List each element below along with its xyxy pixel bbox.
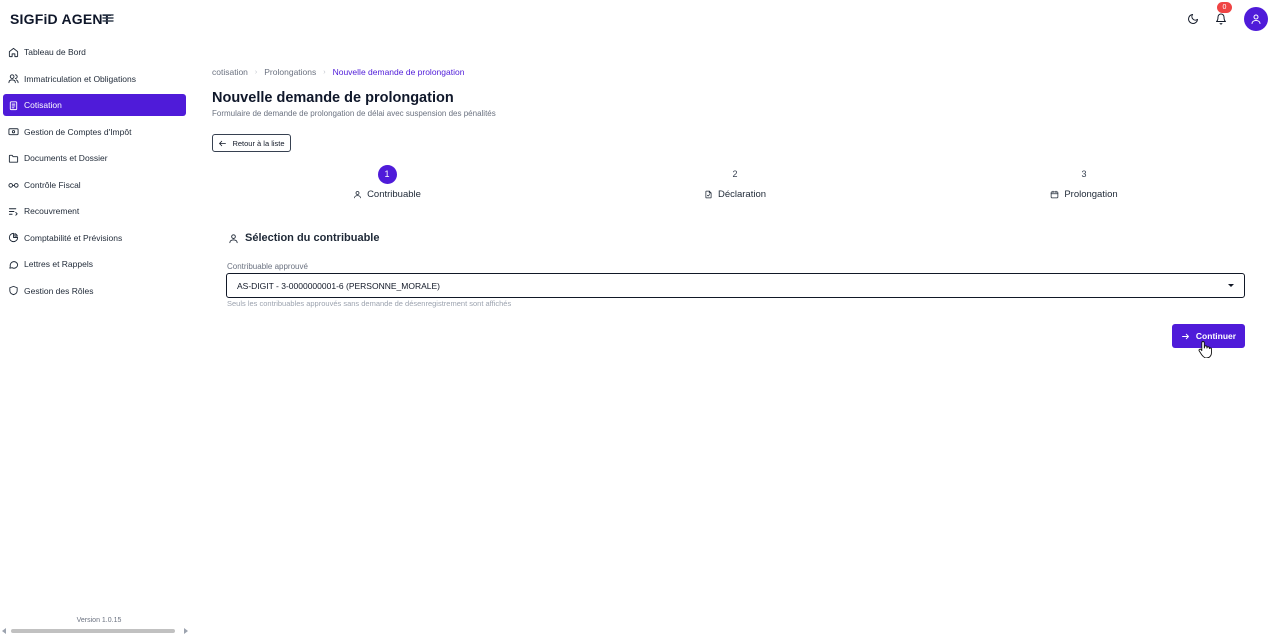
bell-icon bbox=[1216, 13, 1226, 25]
file-icon bbox=[704, 190, 713, 199]
topbar-actions: 0 bbox=[1184, 2, 1268, 32]
top-bar: SIGFiD AGENT 0 bbox=[0, 0, 1280, 38]
card-icon bbox=[8, 126, 19, 137]
back-to-list-button[interactable]: Retour à la liste bbox=[212, 134, 291, 152]
sidebar-nav: Tableau de Bord Immatriculation et Oblig… bbox=[0, 41, 190, 302]
sidebar-item-label: Immatriculation et Obligations bbox=[24, 73, 136, 84]
step-number: 3 bbox=[1081, 169, 1087, 179]
glasses-icon bbox=[8, 179, 19, 190]
section-title: Sélection du contribuable bbox=[228, 232, 379, 244]
step-label: Contribuable bbox=[367, 189, 421, 200]
step-label: Déclaration bbox=[717, 189, 767, 200]
continue-button[interactable]: Continuer bbox=[1172, 324, 1245, 348]
sidebar-item-label: Lettres et Rappels bbox=[24, 259, 93, 269]
avatar[interactable] bbox=[1244, 7, 1268, 31]
continue-button-label: Continuer bbox=[1195, 331, 1237, 341]
sidebar-item-gestion-roles[interactable]: Gestion des Rôles bbox=[3, 280, 186, 302]
sidebar-item-label: Tableau de Bord bbox=[24, 47, 86, 57]
page-subtitle: Formulaire de demande de prolongation de… bbox=[212, 109, 496, 118]
version-label: Version 1.0.15 bbox=[76, 617, 122, 624]
message-icon bbox=[8, 259, 19, 270]
sidebar-item-documents[interactable]: Documents et Dossier bbox=[3, 147, 186, 169]
contribuable-select-value: AS-DIGIT - 3-0000000001-6 (PERSONNE_MORA… bbox=[237, 280, 440, 291]
list-icon bbox=[8, 206, 19, 217]
notifications-button[interactable]: 0 bbox=[1212, 2, 1232, 28]
user-icon bbox=[228, 233, 239, 244]
caret-down-icon[interactable] bbox=[1228, 284, 1234, 287]
sidebar-item-label: Comptabilité et Prévisions bbox=[24, 232, 123, 243]
pie-chart-icon bbox=[8, 232, 19, 243]
breadcrumb-cotisation[interactable]: cotisation bbox=[212, 67, 248, 77]
sidebar-item-gestion-comptes[interactable]: Gestion de Comptes d'Impôt bbox=[3, 121, 186, 143]
sidebar-item-recouvrement[interactable]: Recouvrement bbox=[3, 200, 186, 222]
scroll-thumb[interactable] bbox=[11, 629, 175, 633]
sidebar-item-comptabilite[interactable]: Comptabilité et Prévisions bbox=[3, 227, 186, 249]
contribuable-select[interactable]: AS-DIGIT - 3-0000000001-6 (PERSONNE_MORA… bbox=[226, 273, 1245, 298]
clipboard-icon bbox=[8, 100, 19, 111]
brand-logo[interactable]: SIGFiD AGENT bbox=[10, 11, 111, 27]
chevron-right-icon: › bbox=[254, 68, 258, 76]
notification-badge: 0 bbox=[1217, 2, 1232, 13]
contribuable-helper-text: Seuls les contribuables approuvés sans d… bbox=[227, 299, 512, 308]
sidebar-item-cotisation[interactable]: Cotisation bbox=[3, 94, 186, 116]
sidebar-item-controle-fiscal[interactable]: Contrôle Fiscal bbox=[3, 174, 186, 196]
sidebar-item-tableau-de-bord[interactable]: Tableau de Bord bbox=[3, 41, 186, 63]
breadcrumb-current: Nouvelle demande de prolongation bbox=[332, 67, 465, 77]
chevron-right-icon: › bbox=[323, 68, 326, 76]
section-title-text: Sélection du contribuable bbox=[245, 232, 380, 244]
moon-icon[interactable] bbox=[1184, 10, 1202, 28]
calendar-icon bbox=[1050, 190, 1059, 199]
sidebar-item-immatriculation[interactable]: Immatriculation et Obligations bbox=[3, 68, 186, 90]
scroll-right-icon[interactable] bbox=[184, 628, 188, 634]
sidebar: Tableau de Bord Immatriculation et Oblig… bbox=[0, 41, 190, 636]
sidebar-item-label: Gestion de Comptes d'Impôt bbox=[24, 126, 132, 137]
sidebar-item-label: Recouvrement bbox=[24, 206, 80, 216]
arrow-left-icon bbox=[218, 139, 227, 148]
sidebar-item-label: Cotisation bbox=[24, 100, 62, 110]
breadcrumb-prolongations[interactable]: Prolongations bbox=[264, 67, 316, 77]
folder-icon bbox=[8, 153, 19, 164]
sidebar-item-label: Gestion des Rôles bbox=[24, 285, 94, 296]
step-contribuable[interactable]: 1 Contribuable bbox=[317, 165, 457, 200]
sidebar-item-label: Contrôle Fiscal bbox=[24, 179, 81, 190]
step-number: 2 bbox=[732, 169, 738, 179]
scroll-left-icon[interactable] bbox=[2, 628, 6, 634]
home-icon bbox=[8, 47, 19, 58]
breadcrumb: cotisation › Prolongations › Nouvelle de… bbox=[212, 67, 464, 77]
contribuable-field-label: Contribuable approuvé bbox=[227, 262, 308, 271]
step-number: 1 bbox=[377, 165, 397, 184]
menu-icon[interactable] bbox=[101, 10, 115, 26]
shield-icon bbox=[8, 285, 19, 296]
sidebar-scrollbar[interactable] bbox=[2, 627, 188, 635]
arrow-right-icon bbox=[1181, 332, 1190, 341]
sidebar-item-lettres[interactable]: Lettres et Rappels bbox=[3, 253, 186, 275]
user-icon bbox=[353, 190, 362, 199]
step-declaration[interactable]: 2 Déclaration bbox=[665, 165, 805, 200]
user-icon bbox=[1251, 14, 1261, 24]
page-title: Nouvelle demande de prolongation bbox=[212, 90, 454, 106]
sidebar-item-label: Documents et Dossier bbox=[24, 153, 108, 163]
step-prolongation[interactable]: 3 Prolongation bbox=[1014, 165, 1154, 200]
users-icon bbox=[8, 73, 19, 84]
step-label: Prolongation bbox=[1064, 189, 1118, 200]
back-button-label: Retour à la liste bbox=[232, 138, 285, 148]
